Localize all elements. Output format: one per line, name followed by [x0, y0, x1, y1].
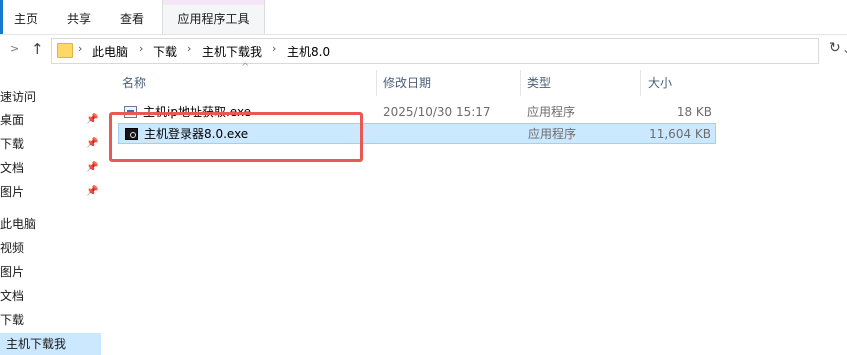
sidebar-item-documents-pc[interactable]: 文档 — [0, 285, 101, 307]
sidebar-item-label: 下载 — [0, 137, 25, 151]
sidebar-item-label: 图片 — [0, 185, 25, 199]
sidebar-item-label: 主机下载我 — [6, 337, 67, 351]
sidebar-item-pictures[interactable]: 图片 📌 — [0, 181, 101, 203]
navigation-pane: 速访问 桌面 📌 下载 📌 文档 📌 图片 📌 此电脑 视频 图片 文档 下载 主机下载… — [0, 70, 104, 355]
column-divider[interactable] — [376, 70, 377, 96]
column-header-size[interactable]: 大小 — [648, 70, 672, 96]
sidebar-item-label: 图片 — [0, 265, 25, 279]
file-date: 2025/10/30 15:17 — [383, 105, 491, 119]
file-size: 18 KB — [676, 105, 712, 119]
sidebar-item-downloads[interactable]: 下载 📌 — [0, 133, 101, 155]
breadcrumb-this-pc[interactable]: 此电脑 — [92, 43, 128, 60]
breadcrumb-host-8[interactable]: 主机8.0 — [287, 43, 330, 60]
sidebar-item-label: 视频 — [0, 241, 25, 255]
file-type: 应用程序 — [528, 127, 577, 141]
pin-icon: 📌 — [86, 114, 99, 125]
tab-home[interactable]: 主页 — [14, 0, 38, 34]
file-tab-accent[interactable] — [0, 0, 3, 34]
sidebar-item-label: 此电脑 — [0, 217, 37, 231]
tab-share[interactable]: 共享 — [67, 0, 91, 34]
breadcrumb-separator[interactable]: › — [272, 42, 276, 55]
file-size: 11,604 KB — [649, 127, 711, 141]
breadcrumb-downloads[interactable]: 下载 — [153, 43, 177, 60]
column-divider[interactable] — [640, 70, 641, 96]
folder-icon — [57, 43, 73, 58]
column-header-date[interactable]: 修改日期 — [383, 70, 431, 96]
sidebar-item-host-download[interactable]: 主机下载我 — [0, 333, 101, 355]
sidebar-item-label: 文档 — [0, 289, 25, 303]
pin-icon: 📌 — [86, 186, 99, 197]
sidebar-item-desktop[interactable]: 桌面 📌 — [0, 109, 101, 131]
address-bar: > ↑ › 此电脑 › 下载 › 主机下载我 › 主机8.0 ⌄ ↻ — [0, 35, 847, 65]
breadcrumb-separator[interactable]: › — [139, 42, 143, 55]
sidebar-item-label: 文档 — [0, 161, 25, 175]
refresh-icon[interactable]: ↻ — [829, 40, 841, 56]
sidebar-item-label: 速访问 — [0, 90, 37, 104]
sidebar-item-label: 桌面 — [0, 113, 25, 127]
sidebar-item-this-pc[interactable]: 此电脑 — [0, 213, 101, 235]
column-divider[interactable] — [520, 70, 521, 96]
column-header-type[interactable]: 类型 — [527, 70, 551, 96]
breadcrumb-separator[interactable]: › — [78, 42, 82, 55]
up-arrow-icon[interactable]: ↑ — [31, 40, 44, 58]
sort-ascending-icon: ^ — [241, 62, 250, 73]
breadcrumb-separator[interactable]: › — [187, 42, 191, 55]
breadcrumb-host-download[interactable]: 主机下载我 — [202, 43, 262, 60]
ribbon-tab-bar: 主页 共享 查看 应用程序工具 — [0, 0, 847, 35]
pin-icon: 📌 — [86, 162, 99, 173]
sidebar-item-downloads-pc[interactable]: 下载 — [0, 309, 101, 331]
highlight-annotation-box — [109, 112, 363, 162]
sidebar-item-documents[interactable]: 文档 📌 — [0, 157, 101, 179]
sidebar-item-label: 下载 — [0, 313, 25, 327]
chevron-right-icon[interactable]: > — [10, 42, 19, 55]
sidebar-item-videos[interactable]: 视频 — [0, 237, 101, 259]
file-type: 应用程序 — [527, 105, 576, 119]
chevron-down-icon[interactable]: ⌄ — [842, 42, 847, 56]
tab-application-tools[interactable]: 应用程序工具 — [162, 0, 265, 34]
path-box[interactable]: › 此电脑 › 下载 › 主机下载我 › 主机8.0 ⌄ — [51, 38, 847, 64]
sidebar-item-quick-access[interactable]: 速访问 — [0, 86, 101, 108]
tab-view[interactable]: 查看 — [120, 0, 144, 34]
column-header-name[interactable]: 名称 — [122, 70, 146, 96]
pin-icon: 📌 — [86, 138, 99, 149]
sidebar-item-pictures-pc[interactable]: 图片 — [0, 261, 101, 283]
